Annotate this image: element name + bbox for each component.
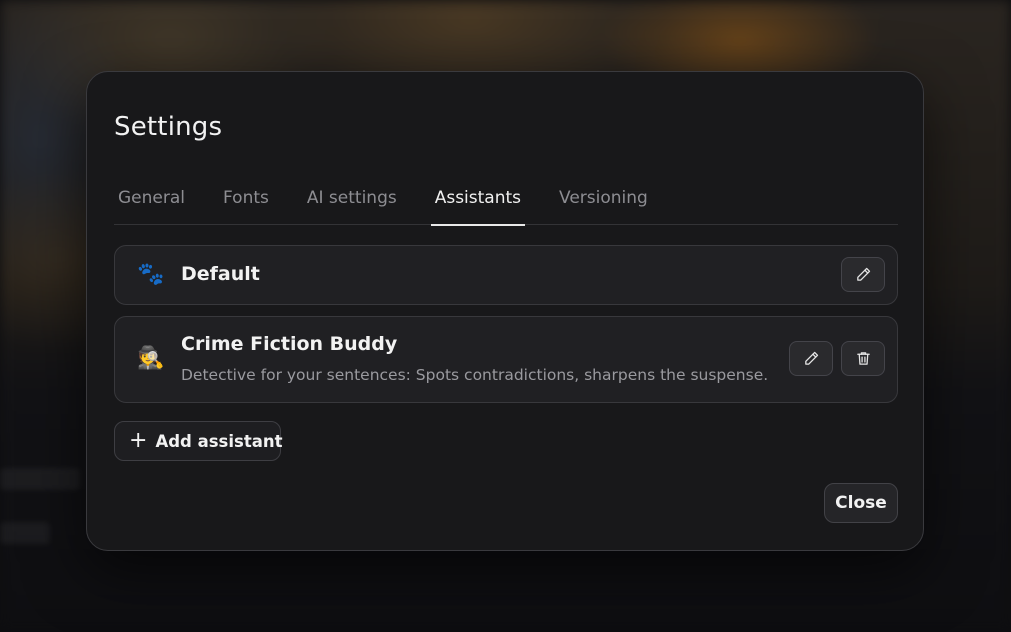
paw-prints-icon: 🐾 — [137, 262, 165, 287]
plus-icon: + — [129, 428, 148, 453]
assistant-description: Detective for your sentences: Spots cont… — [181, 366, 769, 384]
add-assistant-button[interactable]: + Add assistant — [114, 421, 283, 461]
tab-assistants[interactable]: Assistants — [430, 178, 526, 226]
edit-assistant-button[interactable] — [789, 341, 833, 376]
close-button[interactable]: Close — [824, 483, 898, 523]
edit-assistant-button[interactable] — [841, 257, 885, 292]
add-assistant-label: Add assistant — [155, 431, 283, 451]
assistant-card-crime-fiction-buddy: 🕵️ Crime Fiction Buddy Detective for you… — [114, 316, 898, 403]
dialog-title: Settings — [114, 112, 223, 142]
trash-icon — [856, 352, 870, 365]
assistant-name: Crime Fiction Buddy — [181, 333, 398, 355]
settings-tabs: General Fonts AI settings Assistants Ver… — [114, 178, 898, 226]
pencil-icon — [856, 267, 870, 281]
tab-general[interactable]: General — [114, 178, 189, 225]
assistant-name: Default — [181, 263, 260, 285]
background-blur-element — [0, 522, 50, 544]
detective-icon: 🕵️ — [137, 346, 165, 371]
background-blur-element — [0, 468, 80, 490]
tab-versioning[interactable]: Versioning — [555, 178, 652, 225]
tab-fonts[interactable]: Fonts — [219, 178, 273, 225]
settings-dialog: Settings General Fonts AI settings Assis… — [86, 71, 924, 551]
assistant-card-default: 🐾 Default — [114, 245, 898, 305]
pencil-icon — [804, 351, 818, 365]
tab-ai-settings[interactable]: AI settings — [303, 178, 401, 225]
delete-assistant-button[interactable] — [841, 341, 885, 376]
